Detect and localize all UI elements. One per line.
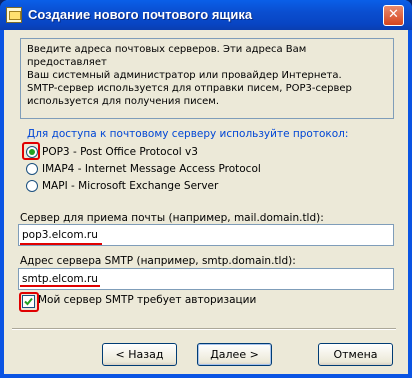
back-button[interactable]: < Назад [102, 343, 177, 366]
incoming-server-label: Сервер для приема почты (например, mail.… [20, 212, 324, 224]
radio-button[interactable] [26, 180, 38, 192]
radio-label: MAPI - Microsoft Exchange Server [42, 180, 219, 192]
annotation-circle-radio [22, 142, 40, 160]
annotation-underline-smtp [20, 285, 100, 287]
window-title: Создание нового почтового ящика [28, 7, 253, 22]
annotation-circle-checkbox [19, 292, 39, 312]
radio-label: POP3 - Post Office Protocol v3 [42, 146, 198, 158]
radio-label: IMAP4 - Internet Message Access Protocol [42, 163, 261, 175]
title-bar[interactable]: Создание нового почтового ящика ✕ [0, 0, 412, 30]
info-text: Введите адреса почтовых серверов. Эти ад… [27, 44, 352, 107]
annotation-underline-pop3 [20, 243, 102, 245]
cancel-button[interactable]: Отмена [318, 343, 393, 366]
info-panel: Введите адреса почтовых серверов. Эти ад… [20, 38, 394, 119]
protocol-group-label: Для доступа к почтовому серверу использу… [27, 128, 349, 140]
auth-checkbox-label: Мой сервер SMTP требует авторизации [38, 294, 257, 306]
smtp-server-label: Адрес сервера SMTP (например, smtp.domai… [20, 255, 296, 267]
close-button[interactable]: ✕ [383, 5, 404, 26]
mailbox-icon [6, 7, 22, 23]
radio-button[interactable] [26, 163, 38, 175]
button-separator [12, 328, 396, 330]
next-button[interactable]: Далее > [197, 343, 272, 366]
